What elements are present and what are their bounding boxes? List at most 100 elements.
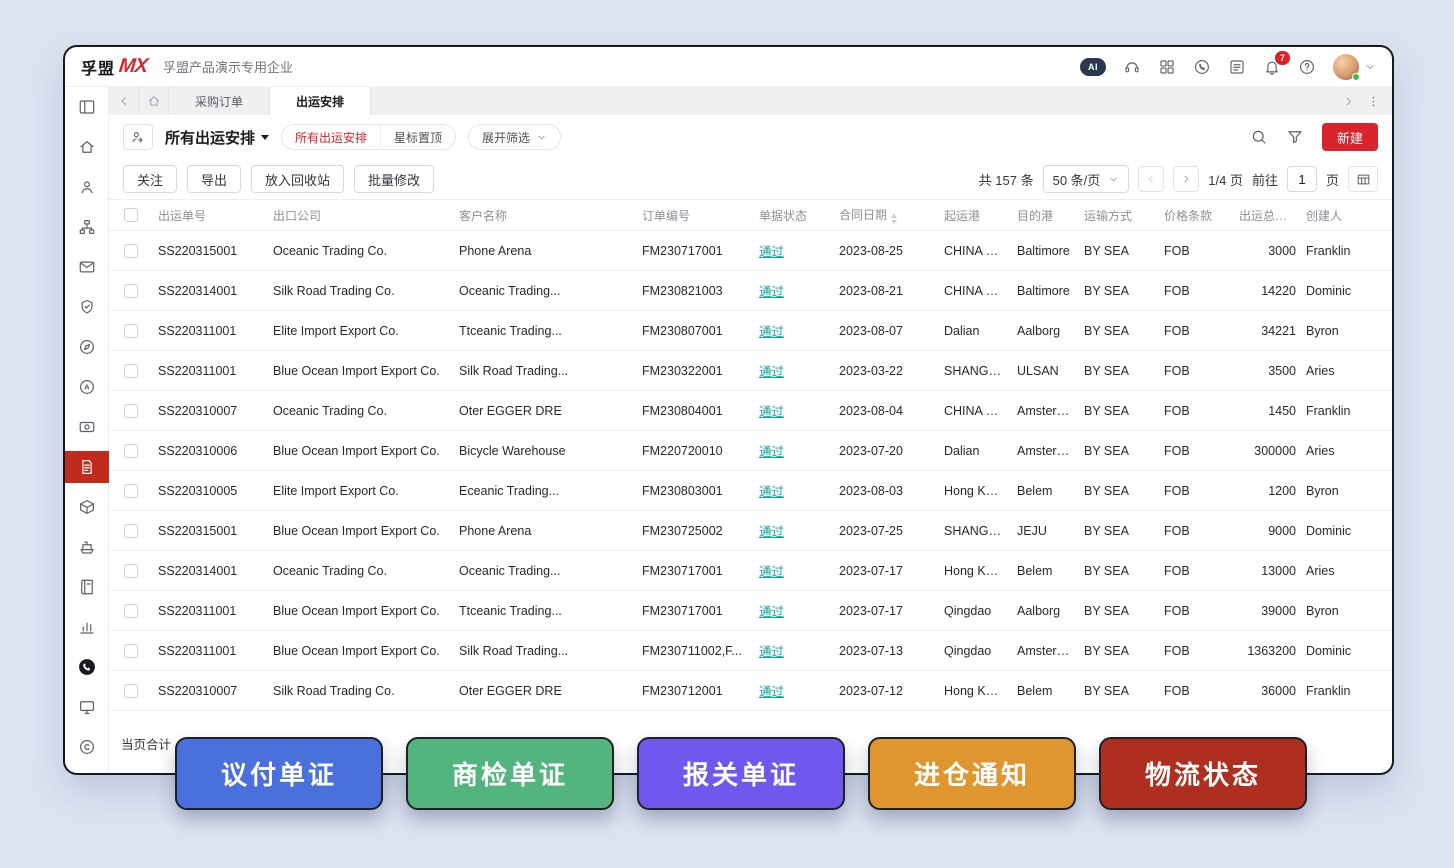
help-icon[interactable]: [1298, 58, 1316, 76]
table-row[interactable]: SS220310006 Blue Ocean Import Export Co.…: [109, 431, 1392, 471]
sidebar-item-products[interactable]: [65, 487, 109, 527]
tabs-more-icon[interactable]: [1367, 95, 1380, 108]
table-row[interactable]: SS220314001 Silk Road Trading Co. Oceani…: [109, 271, 1392, 311]
table-row[interactable]: SS220310007 Silk Road Trading Co. Oter E…: [109, 671, 1392, 711]
table-row[interactable]: SS220311001 Blue Ocean Import Export Co.…: [109, 591, 1392, 631]
status-link[interactable]: 通过: [759, 245, 784, 259]
row-checkbox[interactable]: [124, 564, 138, 578]
apps-grid-icon[interactable]: [1158, 58, 1176, 76]
row-checkbox[interactable]: [124, 524, 138, 538]
nav-back-icon[interactable]: [109, 87, 139, 115]
tabs-scroll-right-icon[interactable]: [1342, 95, 1355, 108]
col-header[interactable]: 订单编号: [637, 207, 754, 224]
sidebar-item-finance[interactable]: [65, 407, 109, 447]
filter-all-pill[interactable]: 所有出运安排: [282, 125, 380, 149]
sidebar-item-target[interactable]: A: [65, 367, 109, 407]
col-header[interactable]: 出运总金额: [1234, 207, 1304, 224]
filter-funnel-icon[interactable]: [1286, 128, 1304, 146]
export-button[interactable]: 导出: [187, 165, 241, 193]
sidebar-item-reports[interactable]: [65, 607, 109, 647]
status-link[interactable]: 通过: [759, 645, 784, 659]
table-row[interactable]: SS220311001 Blue Ocean Import Export Co.…: [109, 351, 1392, 391]
bell-icon[interactable]: 7: [1263, 58, 1281, 76]
row-checkbox[interactable]: [124, 604, 138, 618]
sidebar-item-mail[interactable]: [65, 247, 109, 287]
recycle-bin-button[interactable]: 放入回收站: [251, 165, 344, 193]
table-row[interactable]: SS220311001 Blue Ocean Import Export Co.…: [109, 631, 1392, 671]
sidebar-item-whatsapp[interactable]: [65, 647, 109, 687]
row-checkbox[interactable]: [124, 324, 138, 338]
chat-phone-icon[interactable]: [1193, 58, 1211, 76]
expand-filter-pill[interactable]: 展开筛选: [468, 124, 561, 150]
col-header[interactable]: 单据状态: [754, 207, 834, 224]
row-checkbox[interactable]: [124, 444, 138, 458]
row-checkbox[interactable]: [124, 644, 138, 658]
table-row[interactable]: SS220315001 Oceanic Trading Co. Phone Ar…: [109, 231, 1392, 271]
col-header[interactable]: 目的港: [1012, 207, 1079, 224]
table-settings-icon[interactable]: [1348, 166, 1378, 192]
sort-icon[interactable]: [891, 214, 897, 224]
sidebar-item-compass[interactable]: [65, 327, 109, 367]
sidebar-item-about[interactable]: [65, 727, 109, 767]
view-title-dropdown[interactable]: 所有出运安排: [165, 127, 269, 148]
table-row[interactable]: SS220310005 Elite Import Export Co. Ecea…: [109, 471, 1392, 511]
bottom-action-button[interactable]: 商检单证: [406, 737, 614, 810]
next-page-button[interactable]: [1173, 166, 1199, 192]
new-button[interactable]: 新建: [1322, 123, 1378, 151]
status-link[interactable]: 通过: [759, 485, 784, 499]
bottom-action-button[interactable]: 进仓通知: [868, 737, 1076, 810]
select-all-checkbox[interactable]: [124, 208, 138, 222]
status-link[interactable]: 通过: [759, 325, 784, 339]
sidebar-item-monitor[interactable]: [65, 687, 109, 727]
status-link[interactable]: 通过: [759, 565, 784, 579]
tasks-icon[interactable]: [1228, 58, 1246, 76]
row-checkbox[interactable]: [124, 284, 138, 298]
row-checkbox[interactable]: [124, 484, 138, 498]
status-link[interactable]: 通过: [759, 285, 784, 299]
row-checkbox[interactable]: [124, 684, 138, 698]
col-header[interactable]: 创建人: [1304, 207, 1392, 224]
sidebar-item-ledger[interactable]: [65, 567, 109, 607]
row-checkbox[interactable]: [124, 404, 138, 418]
col-header[interactable]: 出运单号: [153, 207, 268, 224]
sidebar-item-contacts[interactable]: [65, 167, 109, 207]
sidebar-item-approval[interactable]: [65, 287, 109, 327]
status-link[interactable]: 通过: [759, 405, 784, 419]
status-link[interactable]: 通过: [759, 605, 784, 619]
tab-shipping-arrangement[interactable]: 出运安排: [270, 87, 371, 115]
sidebar-item-collapse[interactable]: [65, 87, 109, 127]
sidebar-item-org[interactable]: [65, 207, 109, 247]
table-row[interactable]: SS220314001 Oceanic Trading Co. Oceanic …: [109, 551, 1392, 591]
user-menu[interactable]: [1333, 54, 1376, 80]
view-switch-icon[interactable]: [123, 124, 153, 150]
sidebar-item-shipping-docs[interactable]: [65, 451, 109, 483]
col-header[interactable]: 价格条款: [1159, 207, 1234, 224]
col-header[interactable]: 起运港: [939, 207, 1012, 224]
nav-home-icon[interactable]: [139, 87, 169, 115]
batch-edit-button[interactable]: 批量修改: [354, 165, 434, 193]
page-size-select[interactable]: 50 条/页: [1043, 165, 1130, 193]
ai-assistant-badge[interactable]: AI: [1080, 58, 1106, 76]
col-header[interactable]: 运输方式: [1079, 207, 1159, 224]
bottom-action-button[interactable]: 议付单证: [175, 737, 383, 810]
row-checkbox[interactable]: [124, 244, 138, 258]
col-header-sortable[interactable]: 合同日期: [834, 206, 939, 224]
table-row[interactable]: SS220315001 Blue Ocean Import Export Co.…: [109, 511, 1392, 551]
sidebar-item-logistics[interactable]: [65, 527, 109, 567]
sidebar-item-home[interactable]: [65, 127, 109, 167]
prev-page-button[interactable]: [1138, 166, 1164, 192]
status-link[interactable]: 通过: [759, 525, 784, 539]
status-link[interactable]: 通过: [759, 365, 784, 379]
table-row[interactable]: SS220310007 Oceanic Trading Co. Oter EGG…: [109, 391, 1392, 431]
status-link[interactable]: 通过: [759, 685, 784, 699]
follow-button[interactable]: 关注: [123, 165, 177, 193]
tab-purchase-orders[interactable]: 采购订单: [169, 87, 270, 115]
table-row[interactable]: SS220311001 Elite Import Export Co. Ttce…: [109, 311, 1392, 351]
filter-star-pill[interactable]: 星标置顶: [380, 125, 455, 149]
headset-icon[interactable]: [1123, 58, 1141, 76]
goto-page-input[interactable]: [1287, 166, 1317, 192]
avatar[interactable]: [1333, 54, 1359, 80]
col-header[interactable]: 出口公司: [268, 207, 454, 224]
search-icon[interactable]: [1250, 128, 1268, 146]
row-checkbox[interactable]: [124, 364, 138, 378]
